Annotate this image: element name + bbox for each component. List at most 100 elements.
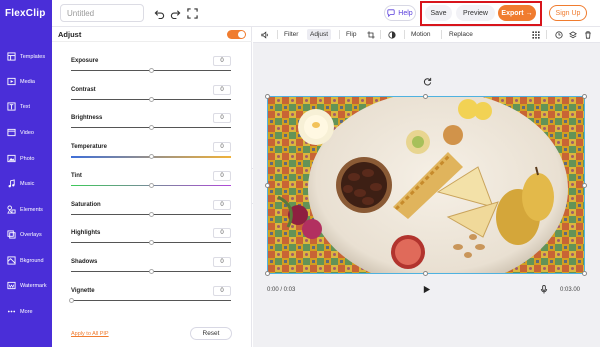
replace-button[interactable]: Replace xyxy=(446,29,476,40)
media-icon xyxy=(7,77,16,86)
opacity-icon[interactable] xyxy=(386,29,397,40)
slider-thumb[interactable] xyxy=(148,268,154,274)
sidebar-item-watermark[interactable]: Watermark xyxy=(0,278,52,298)
edit-toolbar: Filter Adjust Flip Motion Replace xyxy=(253,27,600,43)
duration: 0:03.00 xyxy=(560,287,581,293)
sidebar-item-background[interactable]: Bkground xyxy=(0,253,52,273)
adjust-value-input[interactable]: 0 xyxy=(213,285,231,296)
adjust-toggle[interactable] xyxy=(227,30,246,39)
resize-handle[interactable] xyxy=(582,271,587,276)
resize-handle[interactable] xyxy=(265,94,270,99)
filter-button[interactable]: Filter xyxy=(281,29,301,40)
background-icon xyxy=(7,256,16,265)
divider xyxy=(546,30,547,39)
undo-icon[interactable] xyxy=(152,6,166,20)
slider-thumb[interactable] xyxy=(148,125,154,131)
resize-handle[interactable] xyxy=(423,271,428,276)
adjust-value-input[interactable]: 0 xyxy=(213,170,231,181)
sidebar-item-label: Media xyxy=(20,79,35,85)
flip-button[interactable]: Flip xyxy=(343,29,359,40)
divider xyxy=(339,30,340,39)
resize-handle[interactable] xyxy=(265,271,270,276)
adjust-label: Temperature xyxy=(71,144,107,151)
divider xyxy=(380,30,381,39)
grid-icon[interactable] xyxy=(530,29,541,40)
sidebar-item-text[interactable]: Text xyxy=(0,99,52,119)
adjust-label: Saturation xyxy=(71,201,101,208)
video-icon xyxy=(7,128,16,137)
divider xyxy=(404,30,405,39)
sidebar-item-media[interactable]: Media xyxy=(0,74,52,94)
reset-button[interactable]: Reset xyxy=(190,327,232,340)
sidebar-item-label: Elements xyxy=(20,207,43,213)
watermark-icon xyxy=(7,281,16,290)
fullscreen-icon[interactable] xyxy=(185,6,199,20)
export-label: Export xyxy=(501,9,524,17)
adjust-temperature: Temperature 0 xyxy=(71,142,231,168)
food-platter-image xyxy=(268,97,584,273)
adjust-button[interactable]: Adjust xyxy=(307,29,332,40)
adjust-value-input[interactable]: 0 xyxy=(213,113,231,124)
adjust-value-input[interactable]: 0 xyxy=(213,56,231,66)
adjust-value-input[interactable]: 0 xyxy=(213,256,231,267)
sidebar-item-photo[interactable]: Photo xyxy=(0,151,52,171)
slider-thumb[interactable] xyxy=(148,96,154,102)
export-button[interactable]: Export → xyxy=(498,5,536,21)
slider-thumb[interactable] xyxy=(148,154,154,160)
sidebar-item-label: Video xyxy=(20,130,34,136)
divider xyxy=(277,30,278,39)
adjust-value-input[interactable]: 0 xyxy=(213,199,231,210)
slider-track[interactable] xyxy=(71,299,231,301)
canvas-image[interactable] xyxy=(267,96,585,274)
project-title-input[interactable] xyxy=(60,4,144,22)
help-button[interactable]: Help xyxy=(384,5,416,21)
clock-icon[interactable] xyxy=(553,29,564,40)
adjust-value-input[interactable]: 0 xyxy=(213,228,231,239)
preview-button[interactable]: Preview xyxy=(456,5,495,21)
sidebar-item-more[interactable]: More xyxy=(0,304,52,324)
photo-icon xyxy=(7,154,16,163)
sidebar-item-templates[interactable]: Templates xyxy=(0,49,52,69)
slider-thumb[interactable] xyxy=(148,68,154,73)
adjust-tint: Tint 0 xyxy=(71,170,231,197)
sidebar-item-music[interactable]: Music xyxy=(0,176,52,196)
slider-thumb[interactable] xyxy=(148,240,154,246)
brand-logo[interactable]: FlexClip xyxy=(0,0,52,27)
adjust-highlights: Highlights 0 xyxy=(71,228,231,254)
resize-handle[interactable] xyxy=(582,183,587,188)
trash-icon[interactable] xyxy=(582,29,593,40)
adjust-exposure: Exposure 0 xyxy=(71,56,231,82)
motion-button[interactable]: Motion xyxy=(408,29,434,40)
slider-thumb[interactable] xyxy=(68,297,74,303)
redo-icon[interactable] xyxy=(168,6,182,20)
sidebar-item-label: Watermark xyxy=(20,283,47,289)
adjust-label: Brightness xyxy=(71,115,103,122)
save-button[interactable]: Save xyxy=(425,5,452,21)
play-icon[interactable] xyxy=(422,285,431,294)
adjust-label: Highlights xyxy=(71,230,101,237)
adjust-value-input[interactable]: 0 xyxy=(213,84,231,95)
resize-handle[interactable] xyxy=(582,94,587,99)
layers-icon[interactable] xyxy=(567,29,578,40)
slider-thumb[interactable] xyxy=(148,182,154,188)
adjust-label: Tint xyxy=(71,172,82,179)
apply-to-all-pip-link[interactable]: Apply to All PIP xyxy=(71,331,109,337)
panel-title: Adjust xyxy=(58,30,82,39)
sidebar-item-overlays[interactable]: Overlays xyxy=(0,227,52,247)
canvas-area: 0:00 / 0:03 0:03.00 xyxy=(253,43,600,347)
sign-up-button[interactable]: Sign Up xyxy=(549,5,587,21)
slider-thumb[interactable] xyxy=(148,211,154,217)
rotate-icon[interactable] xyxy=(423,77,432,86)
sidebar-item-elements[interactable]: Elements xyxy=(0,202,52,222)
resize-handle[interactable] xyxy=(423,94,428,99)
panel-header: Adjust xyxy=(52,27,252,42)
resize-handle[interactable] xyxy=(265,183,270,188)
adjust-value-input[interactable]: 0 xyxy=(213,142,231,153)
microphone-icon[interactable] xyxy=(540,285,548,294)
sidebar-item-video[interactable]: Video xyxy=(0,125,52,145)
volume-icon[interactable] xyxy=(259,29,270,40)
crop-icon[interactable] xyxy=(365,29,376,40)
divider xyxy=(441,30,442,39)
sidebar-item-label: Music xyxy=(20,181,35,187)
adjust-label: Vignette xyxy=(71,287,95,294)
